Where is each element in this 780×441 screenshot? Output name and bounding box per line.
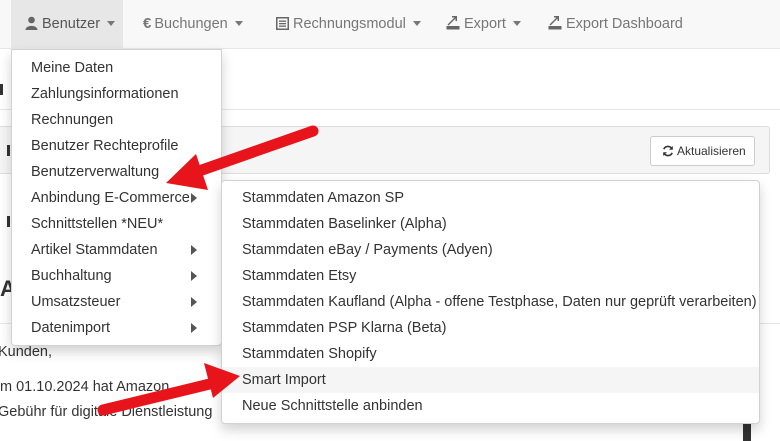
benutzer-dropdown-menu: Meine Daten Zahlungsinformationen Rechnu… [11, 49, 222, 346]
menu-item-label: Umsatzsteuer [31, 294, 121, 310]
menu-item-schnittstellen[interactable]: Schnittstellen *NEU* [12, 211, 221, 237]
menu-item-label: Schnittstellen *NEU* [31, 216, 164, 232]
panel-fragment-mark [7, 216, 10, 227]
menu-item-label: Anbindung E-Commerce [31, 190, 190, 206]
nav-export-dashboard-label: Export Dashboard [566, 16, 683, 32]
menu-item-datenimport[interactable]: Datenimport [12, 315, 221, 341]
submenu-item-kaufland[interactable]: Stammdaten Kaufland (Alpha - offene Test… [222, 289, 759, 315]
page-fragment-mark [0, 84, 3, 95]
submenu-arrow-icon [191, 271, 197, 281]
menu-item-label: Rechnungen [31, 112, 114, 128]
nav-rechnungsmodul-label: Rechnungsmodul [293, 16, 406, 32]
submenu-arrow-icon [191, 193, 197, 203]
submenu-item-smart-import[interactable]: Smart Import [222, 367, 759, 393]
submenu-item-shopify[interactable]: Stammdaten Shopify [222, 341, 759, 367]
nav-buchungen[interactable]: € Buchungen [143, 0, 243, 49]
menu-item-label: Benutzer Rechteprofile [31, 138, 179, 154]
menu-item-benutzer-rechteprofile[interactable]: Benutzer Rechteprofile [12, 133, 221, 159]
submenu-item-etsy[interactable]: Stammdaten Etsy [222, 263, 759, 289]
menu-item-label: Artikel Stammdaten [31, 242, 158, 258]
submenu-item-baselinker[interactable]: Stammdaten Baselinker (Alpha) [222, 211, 759, 237]
message-line-3: Gebühr für digitale Dienstleistung [0, 404, 213, 420]
caret-down-icon [107, 21, 116, 26]
submenu-arrow-icon [191, 297, 197, 307]
message-line-1: Kunden, [0, 344, 53, 360]
euro-icon: € [143, 15, 152, 32]
nav-export-dashboard[interactable]: Export Dashboard [548, 0, 683, 49]
submenu-item-amazon-sp[interactable]: Stammdaten Amazon SP [222, 185, 759, 211]
nav-export[interactable]: Export [446, 0, 521, 49]
export-icon [548, 16, 562, 30]
menu-item-anbindung-e-commerce[interactable]: Anbindung E-Commerce [12, 185, 221, 211]
submenu-item-label: Stammdaten Etsy [242, 268, 357, 284]
submenu-item-label: Neue Schnittstelle anbinden [242, 398, 423, 414]
submenu-arrow-icon [191, 245, 197, 255]
list-icon [276, 17, 289, 30]
refresh-button-label: Aktualisieren [677, 144, 746, 158]
nav-buchungen-label: Buchungen [154, 16, 228, 32]
menu-item-zahlungsinformationen[interactable]: Zahlungsinformationen [12, 81, 221, 107]
refresh-icon [663, 145, 673, 157]
menu-item-artikel-stammdaten[interactable]: Artikel Stammdaten [12, 237, 221, 263]
menu-item-meine-daten[interactable]: Meine Daten [12, 55, 221, 81]
submenu-item-label: Stammdaten Amazon SP [242, 190, 404, 206]
submenu-arrow-icon [191, 323, 197, 333]
submenu-item-label: Stammdaten PSP Klarna (Beta) [242, 320, 447, 336]
menu-item-label: Meine Daten [31, 60, 114, 76]
menu-item-umsatzsteuer[interactable]: Umsatzsteuer [12, 289, 221, 315]
nav-benutzer-label: Benutzer [42, 16, 101, 32]
refresh-button[interactable]: Aktualisieren [650, 136, 755, 166]
caret-down-icon [234, 21, 243, 26]
nav-rechnungsmodul[interactable]: Rechnungsmodul [276, 0, 421, 49]
nav-export-label: Export [464, 16, 506, 32]
submenu-item-psp-klarna[interactable]: Stammdaten PSP Klarna (Beta) [222, 315, 759, 341]
submenu-item-ebay-payments[interactable]: Stammdaten eBay / Payments (Adyen) [222, 237, 759, 263]
menu-item-rechnungen[interactable]: Rechnungen [12, 107, 221, 133]
submenu-item-neue-schnittstelle[interactable]: Neue Schnittstelle anbinden [222, 393, 759, 419]
panel-fragment-mark [7, 145, 10, 156]
caret-down-icon [512, 21, 521, 26]
submenu-item-label: Smart Import [242, 372, 326, 388]
caret-down-icon [412, 21, 421, 26]
menu-item-buchhaltung[interactable]: Buchhaltung [12, 263, 221, 289]
menu-item-benutzerverwaltung[interactable]: Benutzerverwaltung [12, 159, 221, 185]
top-navbar: Benutzer € Buchungen Rechnungsmodul Expor… [0, 0, 780, 49]
export-icon [446, 16, 460, 30]
menu-item-label: Datenimport [31, 320, 110, 336]
ecommerce-submenu: Stammdaten Amazon SP Stammdaten Baselink… [221, 180, 760, 424]
submenu-item-label: Stammdaten Kaufland (Alpha - offene Test… [242, 294, 757, 310]
user-icon [25, 16, 38, 30]
nav-benutzer[interactable]: Benutzer [11, 0, 123, 49]
submenu-item-label: Stammdaten Baselinker (Alpha) [242, 216, 447, 232]
submenu-item-label: Stammdaten eBay / Payments (Adyen) [242, 242, 493, 258]
menu-item-label: Zahlungsinformationen [31, 86, 179, 102]
menu-item-label: Benutzerverwaltung [31, 164, 160, 180]
submenu-item-label: Stammdaten Shopify [242, 346, 377, 362]
message-line-2: m 01.10.2024 hat Amazon [0, 379, 170, 395]
menu-item-label: Buchhaltung [31, 268, 112, 284]
